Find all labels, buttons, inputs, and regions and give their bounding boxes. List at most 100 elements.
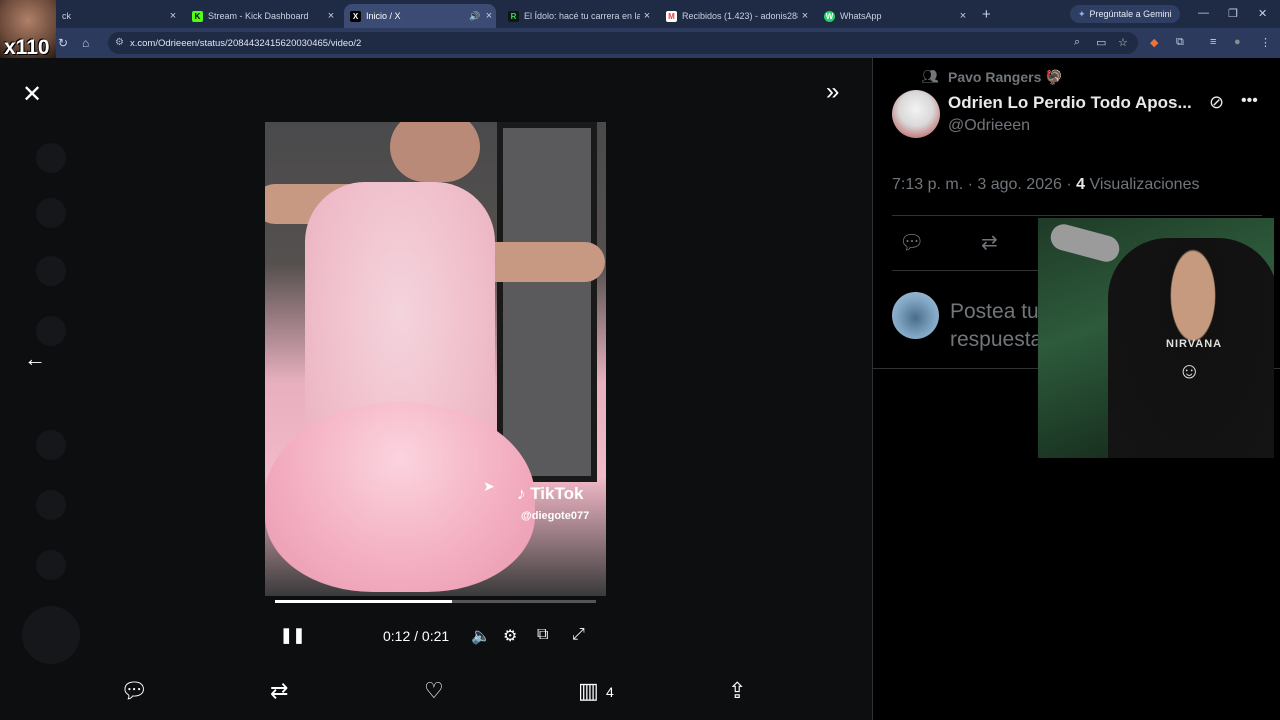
views-count: 4: [606, 684, 614, 700]
reply-icon[interactable]: 💬︎: [120, 678, 148, 704]
community-icon: 👥︎: [921, 68, 939, 84]
repost-icon[interactable]: ⇄: [981, 230, 998, 255]
shirt-logo: NIRVANA: [1166, 338, 1223, 350]
close-window-icon[interactable]: ✕: [1258, 7, 1267, 20]
media-viewer: ✕ » ← ♪ TikTok @diegote077 ➤ ❚❚ 0:12 / 0…: [0, 58, 872, 720]
post-timestamp[interactable]: 7:13 p. m. · 3 ago. 2026 ·: [892, 176, 1072, 193]
video-frame-head: [390, 122, 480, 182]
post-views-number: 4: [1076, 176, 1086, 193]
expand-panel-button[interactable]: »: [826, 78, 839, 106]
whatsapp-icon: W: [824, 10, 835, 22]
gemini-label: Pregúntale a Gemini: [1089, 9, 1172, 19]
ghost-verified-icon: [36, 430, 66, 460]
overlay-multiplier: x110: [4, 36, 50, 59]
extensions-puzzle-icon[interactable]: ⧉: [1176, 36, 1184, 49]
url-text: x.com/Odrieeen/status/208443241562003046…: [130, 37, 362, 49]
minimize-icon[interactable]: —: [1198, 7, 1209, 19]
site-info-icon[interactable]: ⚙: [115, 37, 124, 48]
close-tab-icon[interactable]: ×: [482, 10, 496, 22]
bookmark-star-icon[interactable]: ☆: [1118, 36, 1128, 49]
settings-gear-icon[interactable]: ⚙: [503, 626, 517, 646]
ghost-search-icon: [36, 198, 66, 228]
author-display-name[interactable]: Odrien Lo Perdio Todo Apos...: [948, 93, 1192, 113]
reply-input[interactable]: Postea tu respuesta: [950, 298, 1050, 354]
tab-label: El Ídolo: hacé tu carrera en la L: [524, 11, 640, 21]
close-tab-icon[interactable]: ×: [166, 10, 180, 22]
tab-whatsapp[interactable]: W WhatsApp ×: [818, 4, 970, 28]
community-name[interactable]: Pavo Rangers 🦃: [948, 69, 1063, 86]
tiktok-logo-icon: ♪: [517, 484, 526, 503]
pause-icon[interactable]: ❚❚: [280, 626, 305, 644]
reload-icon[interactable]: ↻: [58, 36, 68, 50]
video-controls: ❚❚ 0:12 / 0:21 🔈 ⚙ ⧉ ⤢: [275, 624, 596, 650]
post-views-label: Visualizaciones: [1089, 176, 1200, 193]
gemini-button[interactable]: ✦ Pregúntale a Gemini: [1070, 5, 1180, 23]
tiktok-username: @diegote077: [521, 510, 590, 522]
profile-avatar-icon[interactable]: ●: [1234, 36, 1241, 48]
close-tab-icon[interactable]: ×: [956, 10, 970, 22]
browser-tab-strip: ck × K Stream - Kick Dashboard × X Inici…: [0, 0, 1280, 28]
tab-x-home[interactable]: X Inicio / X 🔊 ×: [344, 4, 496, 28]
views-chart-icon[interactable]: ▥: [578, 678, 599, 704]
video-player[interactable]: ♪ TikTok @diegote077: [265, 122, 606, 596]
ghost-compose-button: [22, 606, 80, 664]
like-heart-icon[interactable]: ♡: [424, 678, 444, 704]
address-bar[interactable]: ⚙ x.com/Odrieeen/status/2084432415620030…: [108, 32, 1138, 54]
post-action-bar: 💬︎ ⇄ ♡ ▥ 4 ⇪: [0, 676, 872, 720]
tab-kick-dashboard[interactable]: K Stream - Kick Dashboard ×: [186, 4, 338, 28]
stream-overlay-badge: x110: [0, 0, 56, 59]
author-avatar[interactable]: [892, 90, 940, 138]
tab-gmail[interactable]: M Recibidos (1.423) - adonis2884 ×: [660, 4, 812, 28]
ghost-messages-icon: [36, 316, 66, 346]
video-time: 0:12 / 0:21: [383, 628, 450, 644]
close-tab-icon[interactable]: ×: [798, 10, 812, 22]
kick-icon: K: [192, 10, 203, 22]
video-progress-fill: [275, 600, 452, 603]
new-tab-button[interactable]: +: [982, 6, 991, 23]
picture-in-picture-icon[interactable]: ⧉: [537, 626, 548, 644]
x-logo-icon: X: [350, 10, 361, 22]
author-handle[interactable]: @Odrieeen: [948, 117, 1030, 135]
more-options-icon[interactable]: •••: [1241, 92, 1258, 110]
tiktok-label: TikTok: [530, 484, 584, 503]
home-icon[interactable]: ⌂: [82, 36, 89, 50]
cast-icon[interactable]: ▭: [1096, 36, 1106, 49]
speaker-icon[interactable]: 🔊: [468, 11, 482, 22]
media-control-icon[interactable]: ≡: [1210, 36, 1216, 48]
reply-icon[interactable]: 💬︎: [899, 230, 924, 255]
grok-icon[interactable]: ⊘: [1209, 92, 1224, 113]
share-icon[interactable]: ⇪: [728, 678, 746, 704]
fullscreen-icon[interactable]: ⤢: [572, 626, 585, 644]
gmail-icon: M: [666, 10, 677, 22]
browser-menu-icon[interactable]: ⋮: [1260, 36, 1271, 49]
close-tab-icon[interactable]: ×: [640, 10, 654, 22]
ghost-profile-icon: [36, 490, 66, 520]
close-viewer-button[interactable]: ✕: [22, 80, 42, 109]
tab-el-idolo[interactable]: R El Ídolo: hacé tu carrera en la L ×: [502, 4, 654, 28]
microphone-shape: [1047, 221, 1123, 265]
tab-label: Recibidos (1.423) - adonis2884: [682, 11, 798, 21]
tab-label: Inicio / X: [366, 11, 401, 21]
current-user-avatar[interactable]: [892, 292, 939, 339]
video-progress-bar[interactable]: [275, 600, 596, 603]
previous-media-button[interactable]: ←: [24, 346, 46, 372]
streamer-webcam-overlay: NIRVANA ☺: [1038, 218, 1274, 458]
zoom-icon[interactable]: ⌕: [1074, 36, 1080, 49]
extension-fox-icon[interactable]: ◆: [1150, 36, 1158, 49]
tab-kick[interactable]: ck ×: [56, 4, 180, 28]
browser-toolbar: ↻ ⌂ ⚙ x.com/Odrieeen/status/208443241562…: [0, 28, 1280, 58]
tab-label: ck: [62, 11, 71, 21]
tiktok-watermark: ♪ TikTok: [517, 484, 583, 504]
tab-label: Stream - Kick Dashboard: [208, 11, 309, 21]
repost-icon[interactable]: ⇄: [270, 678, 288, 704]
ghost-home-icon: [36, 143, 66, 173]
close-tab-icon[interactable]: ×: [324, 10, 338, 22]
gemini-sparkle-icon: ✦: [1078, 8, 1086, 19]
ghost-more-icon: [36, 550, 66, 580]
restore-icon[interactable]: ❐: [1228, 7, 1238, 20]
mouse-cursor-icon: ➤: [483, 478, 495, 494]
volume-icon[interactable]: 🔈: [471, 626, 491, 646]
video-frame-tutu: [265, 402, 535, 592]
post-metadata: 7:13 p. m. · 3 ago. 2026 · 4 Visualizaci…: [892, 176, 1199, 194]
smiley-icon: ☺: [1178, 358, 1201, 383]
